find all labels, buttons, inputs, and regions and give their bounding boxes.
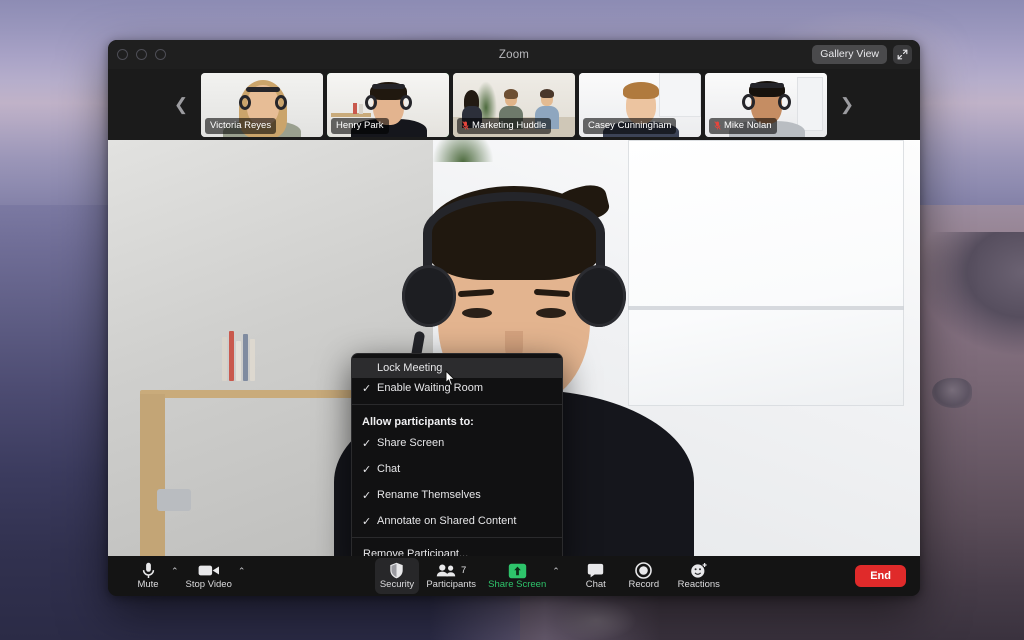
menu-item-label: Annotate on Shared Content xyxy=(377,515,517,527)
menu-item-lock-meeting[interactable]: Lock Meeting xyxy=(352,358,562,386)
menu-divider xyxy=(352,404,562,405)
people-icon: 7 xyxy=(436,562,466,579)
check-icon: ✓ xyxy=(362,437,372,450)
check-icon: ✓ xyxy=(362,515,372,528)
menu-item-label: Remove Participant... xyxy=(363,548,469,556)
thumbnail-marketing-huddle[interactable]: Marketing Huddle xyxy=(453,72,575,137)
menu-item-label: Rename Themselves xyxy=(377,489,481,501)
share-screen-button[interactable]: Share Screen xyxy=(483,558,551,594)
share-screen-label: Share Screen xyxy=(488,579,547,591)
thumbnail-mike-nolan[interactable]: Mike Nolan xyxy=(705,72,827,137)
thumbnail-name-badge: Casey Cunningham xyxy=(583,118,677,134)
participants-button[interactable]: 7 Participants xyxy=(419,558,483,594)
record-circle-icon xyxy=(635,562,653,580)
menu-item-label: Chat xyxy=(377,463,401,475)
smiley-plus-icon xyxy=(690,562,708,579)
headphone-earcup-left-icon xyxy=(402,264,456,327)
participants-count-badge: 7 xyxy=(461,565,467,577)
thumbnail-name-text: Casey Cunningham xyxy=(588,120,672,131)
thumbnail-henry-park[interactable]: Henry Park xyxy=(327,72,449,137)
menu-divider xyxy=(352,537,562,538)
thumbnail-name-text: Henry Park xyxy=(336,120,384,131)
chevron-right-icon[interactable]: ❯ xyxy=(830,69,864,140)
gallery-view-button[interactable]: Gallery View xyxy=(812,45,887,64)
headphone-earcup-right-icon xyxy=(572,264,626,327)
window-titlebar: Zoom Gallery View xyxy=(108,40,920,69)
titlebar-right-controls: Gallery View xyxy=(812,45,912,64)
menu-item-share-screen[interactable]: ✓ Share Screen xyxy=(352,433,562,453)
participant-filmstrip: ❮ Victoria Reyes Henry Park Marketing Hu… xyxy=(108,69,920,140)
toolbar-center-group: Security 7 Participants Share Screen ⌃ C… xyxy=(374,558,728,594)
security-button[interactable]: Security xyxy=(374,558,420,594)
security-label: Security xyxy=(379,579,415,591)
window-title: Zoom xyxy=(498,48,530,61)
shield-icon xyxy=(389,562,404,579)
check-icon: ✓ xyxy=(362,382,372,395)
end-meeting-button[interactable]: End xyxy=(855,565,906,587)
mute-button[interactable]: Mute xyxy=(126,558,170,594)
video-options-chevron-icon[interactable]: ⌃ xyxy=(238,566,246,577)
thumbnail-name-badge: Mike Nolan xyxy=(709,118,777,134)
menu-item-label: Share Screen xyxy=(377,437,445,449)
video-camera-icon xyxy=(198,562,220,579)
stop-video-label: Stop Video xyxy=(185,579,232,591)
thumbnail-name-text: Mike Nolan xyxy=(724,120,772,131)
menu-item-chat[interactable]: ✓ Chat xyxy=(352,459,562,479)
chat-label: Chat xyxy=(585,579,606,591)
thumbnail-name-badge: Marketing Huddle xyxy=(457,118,552,134)
mute-label: Mute xyxy=(137,579,159,591)
participants-label: Participants xyxy=(426,579,476,591)
main-video-stage: Lock Meeting ✓ Enable Waiting Room Allow… xyxy=(108,140,920,556)
share-screen-up-arrow-icon xyxy=(508,562,527,579)
menu-item-rename-themselves[interactable]: ✓ Rename Themselves xyxy=(352,485,562,505)
menu-item-label: Lock Meeting xyxy=(377,362,443,374)
thumbnail-casey-cunningham[interactable]: Casey Cunningham xyxy=(579,72,701,137)
check-icon: ✓ xyxy=(362,489,372,502)
minimize-button[interactable] xyxy=(136,49,147,60)
stop-video-button[interactable]: Stop Video xyxy=(181,558,237,594)
video-background-blind xyxy=(627,306,904,311)
chevron-left-icon[interactable]: ❮ xyxy=(164,69,198,140)
video-background-window xyxy=(627,140,904,407)
close-button[interactable] xyxy=(117,49,128,60)
muted-microphone-icon xyxy=(462,121,469,130)
mute-options-chevron-icon[interactable]: ⌃ xyxy=(171,566,179,577)
thumbnail-name-badge: Henry Park xyxy=(331,118,389,134)
record-button[interactable]: Record xyxy=(618,558,670,594)
chat-bubble-icon xyxy=(587,562,604,579)
thumbnail-victoria-reyes[interactable]: Victoria Reyes xyxy=(201,72,323,137)
reactions-label: Reactions xyxy=(677,579,720,591)
muted-microphone-icon xyxy=(714,121,721,130)
video-background-shelf-upright xyxy=(140,393,165,556)
wallpaper-rock-foreground xyxy=(556,600,636,640)
toolbar-left-group: Mute ⌃ Stop Video ⌃ xyxy=(126,558,247,594)
expand-icon[interactable] xyxy=(893,45,912,64)
thumbnail-name-text: Marketing Huddle xyxy=(472,120,547,131)
thumbnail-name-text: Victoria Reyes xyxy=(210,120,272,131)
video-background-object xyxy=(156,489,191,512)
video-background-books xyxy=(221,331,255,382)
chat-button[interactable]: Chat xyxy=(574,558,618,594)
menu-item-label: Enable Waiting Room xyxy=(377,382,483,394)
menu-item-remove-participant[interactable]: Remove Participant... xyxy=(352,544,562,556)
wallpaper-rock xyxy=(932,378,972,408)
video-background-plant xyxy=(432,140,493,162)
meeting-toolbar: Mute ⌃ Stop Video ⌃ Security 7 Participa… xyxy=(108,556,920,596)
headphone-band-icon xyxy=(423,192,605,274)
share-screen-options-chevron-icon[interactable]: ⌃ xyxy=(552,566,560,577)
menu-section-header: Allow participants to: xyxy=(362,416,474,428)
check-icon: ✓ xyxy=(362,463,372,476)
thumbnail-name-badge: Victoria Reyes xyxy=(205,118,277,134)
menu-item-annotate-on-shared-content[interactable]: ✓ Annotate on Shared Content xyxy=(352,511,562,531)
reactions-button[interactable]: Reactions xyxy=(670,558,728,594)
window-controls xyxy=(117,49,166,60)
menu-item-enable-waiting-room[interactable]: ✓ Enable Waiting Room xyxy=(352,378,562,398)
record-label: Record xyxy=(628,579,660,591)
maximize-button[interactable] xyxy=(155,49,166,60)
security-context-menu: Lock Meeting ✓ Enable Waiting Room Allow… xyxy=(351,353,563,556)
zoom-window: Zoom Gallery View ❮ Victoria Reyes Henry… xyxy=(108,40,920,596)
microphone-icon xyxy=(142,562,155,579)
